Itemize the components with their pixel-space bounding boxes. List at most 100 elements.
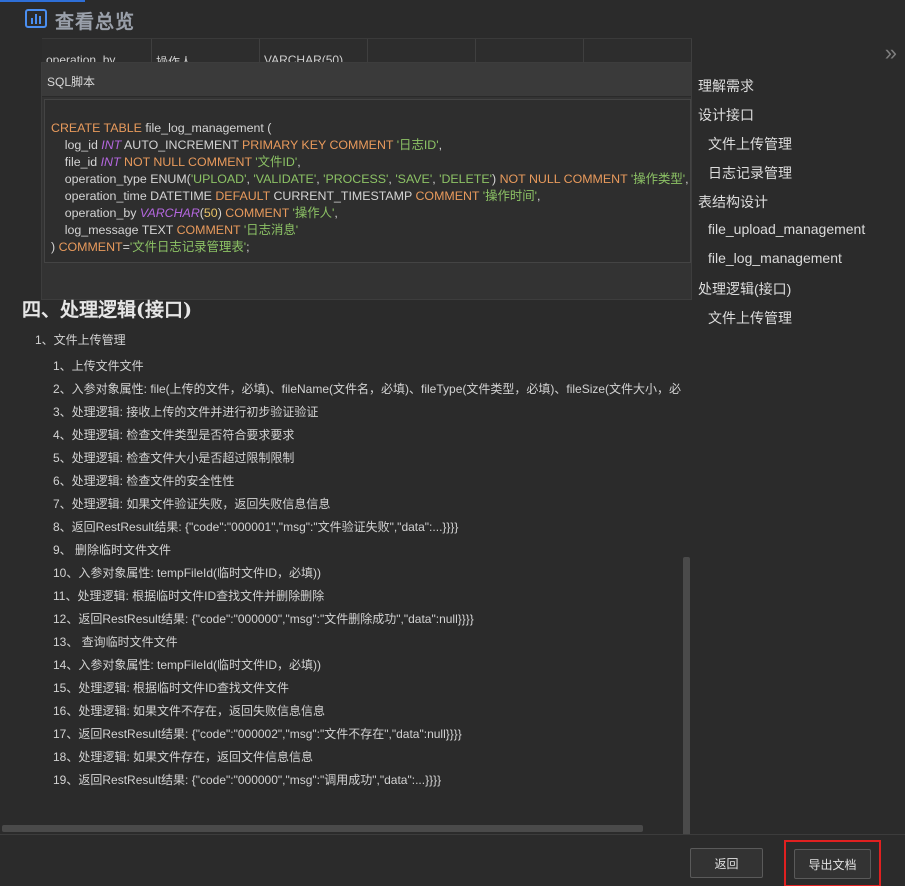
collapse-outline-icon[interactable]: » bbox=[885, 40, 897, 66]
sql-token: CREATE TABLE bbox=[51, 121, 146, 135]
sql-token: operation_type ENUM( bbox=[51, 172, 191, 186]
outline-item-understand-requirements[interactable]: 理解需求 bbox=[698, 76, 865, 105]
table-row: operation_by 操作人 VARCHAR(50) bbox=[42, 38, 692, 62]
sql-token: 'VALIDATE' bbox=[253, 172, 317, 186]
list-item: 1、上传文件文件 bbox=[53, 359, 144, 373]
sql-token: '日志ID' bbox=[396, 138, 439, 152]
sql-token: COMMENT bbox=[225, 206, 293, 220]
sql-token: , bbox=[438, 138, 443, 152]
sql-token: ) bbox=[492, 172, 500, 186]
sql-token: '操作类型' bbox=[630, 172, 686, 186]
sql-token: 50 bbox=[203, 206, 218, 220]
list-item: 10、入参对象属性: tempFileId(临时文件ID，必填)) bbox=[53, 566, 322, 580]
sql-token: file_log_management ( bbox=[145, 121, 272, 135]
list-item: 8、返回RestResult结果: {"code":"000001","msg"… bbox=[53, 520, 459, 534]
header: 查看总览 bbox=[0, 0, 905, 40]
outline-item-file-upload-table[interactable]: file_upload_management bbox=[698, 221, 865, 250]
list-item: 19、返回RestResult结果: {"code":"000000","msg… bbox=[53, 773, 442, 787]
document-content[interactable]: operation_by 操作人 VARCHAR(50) SQL脚本 CREAT… bbox=[0, 38, 692, 834]
table-cell bbox=[476, 39, 584, 62]
sql-token: '文件ID' bbox=[255, 155, 298, 169]
sql-token: COMMENT bbox=[58, 240, 123, 254]
outline-item-logic[interactable]: 处理逻辑(接口) bbox=[698, 279, 865, 308]
sql-line: operation_type ENUM('UPLOAD', 'VALIDATE'… bbox=[51, 171, 690, 188]
sql-token: DEFAULT bbox=[215, 189, 274, 203]
list-item: 2、入参对象属性: file(上传的文件，必填)、fileName(文件名，必填… bbox=[53, 382, 682, 396]
header-accent-bar bbox=[0, 0, 85, 2]
sql-token: 'SAVE' bbox=[395, 172, 433, 186]
list-item: 7、处理逻辑: 如果文件验证失败，返回失败信息信息 bbox=[53, 497, 331, 511]
sql-line: CREATE TABLE file_log_management ( bbox=[51, 120, 690, 137]
outline-item-file-log-table[interactable]: file_log_management bbox=[698, 250, 865, 279]
sql-token: VARCHAR bbox=[139, 206, 200, 220]
sql-token: AUTO_INCREMENT bbox=[121, 138, 242, 152]
list-item: 6、处理逻辑: 检查文件的安全性性 bbox=[53, 474, 235, 488]
outline-list: 理解需求 设计接口 文件上传管理 日志记录管理 表结构设计 file_uploa… bbox=[698, 76, 865, 337]
sql-token: 'DELETE' bbox=[439, 172, 493, 186]
sql-token: ) bbox=[51, 240, 59, 254]
sql-token: ; bbox=[246, 240, 250, 254]
sql-panel-title: SQL脚本 bbox=[42, 63, 691, 97]
list-item: 16、处理逻辑: 如果文件不存在，返回失败信息信息 bbox=[53, 704, 326, 718]
outline-panel: » 理解需求 设计接口 文件上传管理 日志记录管理 表结构设计 file_upl… bbox=[692, 40, 905, 834]
chart-icon bbox=[25, 9, 47, 28]
list-item: 18、处理逻辑: 如果文件存在，返回文件信息信息 bbox=[53, 750, 314, 764]
sql-token: COMMENT bbox=[415, 189, 483, 203]
sql-token: = bbox=[122, 240, 130, 254]
list-item: 15、处理逻辑: 根据临时文件ID查找文件文件 bbox=[53, 681, 290, 695]
outline-item-file-upload-logic[interactable]: 文件上传管理 bbox=[698, 308, 865, 337]
sql-token: INT bbox=[101, 138, 122, 152]
sql-panel: SQL脚本 CREATE TABLE file_log_management (… bbox=[41, 62, 692, 300]
sql-token: '操作人' bbox=[292, 206, 335, 220]
sql-token: '操作时间' bbox=[482, 189, 538, 203]
back-button[interactable]: 返回 bbox=[690, 848, 763, 878]
sql-token: operation_time DATETIME bbox=[51, 189, 216, 203]
sql-token: log_message TEXT bbox=[51, 223, 177, 237]
table-cell bbox=[584, 39, 692, 62]
list-item: 9、 删除临时文件文件 bbox=[53, 543, 172, 557]
footer: 返回 导出文档 bbox=[0, 834, 905, 886]
outline-item-log-management[interactable]: 日志记录管理 bbox=[698, 163, 865, 192]
list-item: 5、处理逻辑: 检查文件大小是否超过限制限制 bbox=[53, 451, 295, 465]
list-item: 11、处理逻辑: 根据临时文件ID查找文件并删除删除 bbox=[53, 589, 325, 603]
sql-token: PRIMARY KEY COMMENT bbox=[241, 138, 397, 152]
sql-line: ) COMMENT='文件日志记录管理表'; bbox=[51, 239, 690, 256]
export-highlight: 导出文档 bbox=[784, 840, 881, 886]
sql-token: file_id bbox=[51, 155, 101, 169]
sql-token: , bbox=[685, 172, 689, 186]
horizontal-scrollbar[interactable] bbox=[2, 825, 643, 832]
sql-token: NOT NULL COMMENT bbox=[120, 155, 256, 169]
sql-token: '文件日志记录管理表' bbox=[129, 240, 247, 254]
sql-line: operation_time DATETIME DEFAULT CURRENT_… bbox=[51, 188, 690, 205]
export-document-button[interactable]: 导出文档 bbox=[794, 849, 871, 879]
sql-line: log_id INT AUTO_INCREMENT PRIMARY KEY CO… bbox=[51, 137, 690, 154]
outline-item-file-upload[interactable]: 文件上传管理 bbox=[698, 134, 865, 163]
section-heading: 四、处理逻辑(接口) bbox=[22, 299, 192, 321]
list-item: 14、入参对象属性: tempFileId(临时文件ID，必填)) bbox=[53, 658, 322, 672]
table-cell: VARCHAR(50) bbox=[260, 39, 368, 62]
page-title: 查看总览 bbox=[55, 12, 136, 33]
table-cell bbox=[368, 39, 476, 62]
list-item: 4、处理逻辑: 检查文件类型是否符合要求要求 bbox=[53, 428, 295, 442]
outline-item-design-interface[interactable]: 设计接口 bbox=[698, 105, 865, 134]
sql-token: 'PROCESS' bbox=[323, 172, 389, 186]
sql-token: log_id bbox=[51, 138, 102, 152]
list-item: 3、处理逻辑: 接收上传的文件并进行初步验证验证 bbox=[53, 405, 319, 419]
list-item: 12、返回RestResult结果: {"code":"000000","msg… bbox=[53, 612, 474, 626]
sql-line: file_id INT NOT NULL COMMENT '文件ID', bbox=[51, 154, 690, 171]
subsection-heading: 1、文件上传管理 bbox=[35, 333, 126, 347]
sql-token: 'UPLOAD' bbox=[190, 172, 247, 186]
step-list: 1、上传文件文件 2、入参对象属性: file(上传的文件，必填)、fileNa… bbox=[53, 357, 681, 794]
sql-line: operation_by VARCHAR(50) COMMENT '操作人', bbox=[51, 205, 690, 222]
sql-code-block[interactable]: CREATE TABLE file_log_management ( log_i… bbox=[44, 99, 691, 263]
sql-token: , bbox=[537, 189, 541, 203]
sql-token: , bbox=[334, 206, 338, 220]
list-item: 17、返回RestResult结果: {"code":"000002","msg… bbox=[53, 727, 462, 741]
sql-token: CURRENT_TIMESTAMP bbox=[273, 189, 416, 203]
list-item: 13、 查询临时文件文件 bbox=[53, 635, 178, 649]
table-cell: 操作人 bbox=[152, 39, 260, 62]
outline-item-table-design[interactable]: 表结构设计 bbox=[698, 192, 865, 221]
sql-token: NOT NULL COMMENT bbox=[499, 172, 631, 186]
sql-token: '日志消息' bbox=[243, 223, 299, 237]
vertical-scrollbar[interactable] bbox=[683, 557, 690, 834]
